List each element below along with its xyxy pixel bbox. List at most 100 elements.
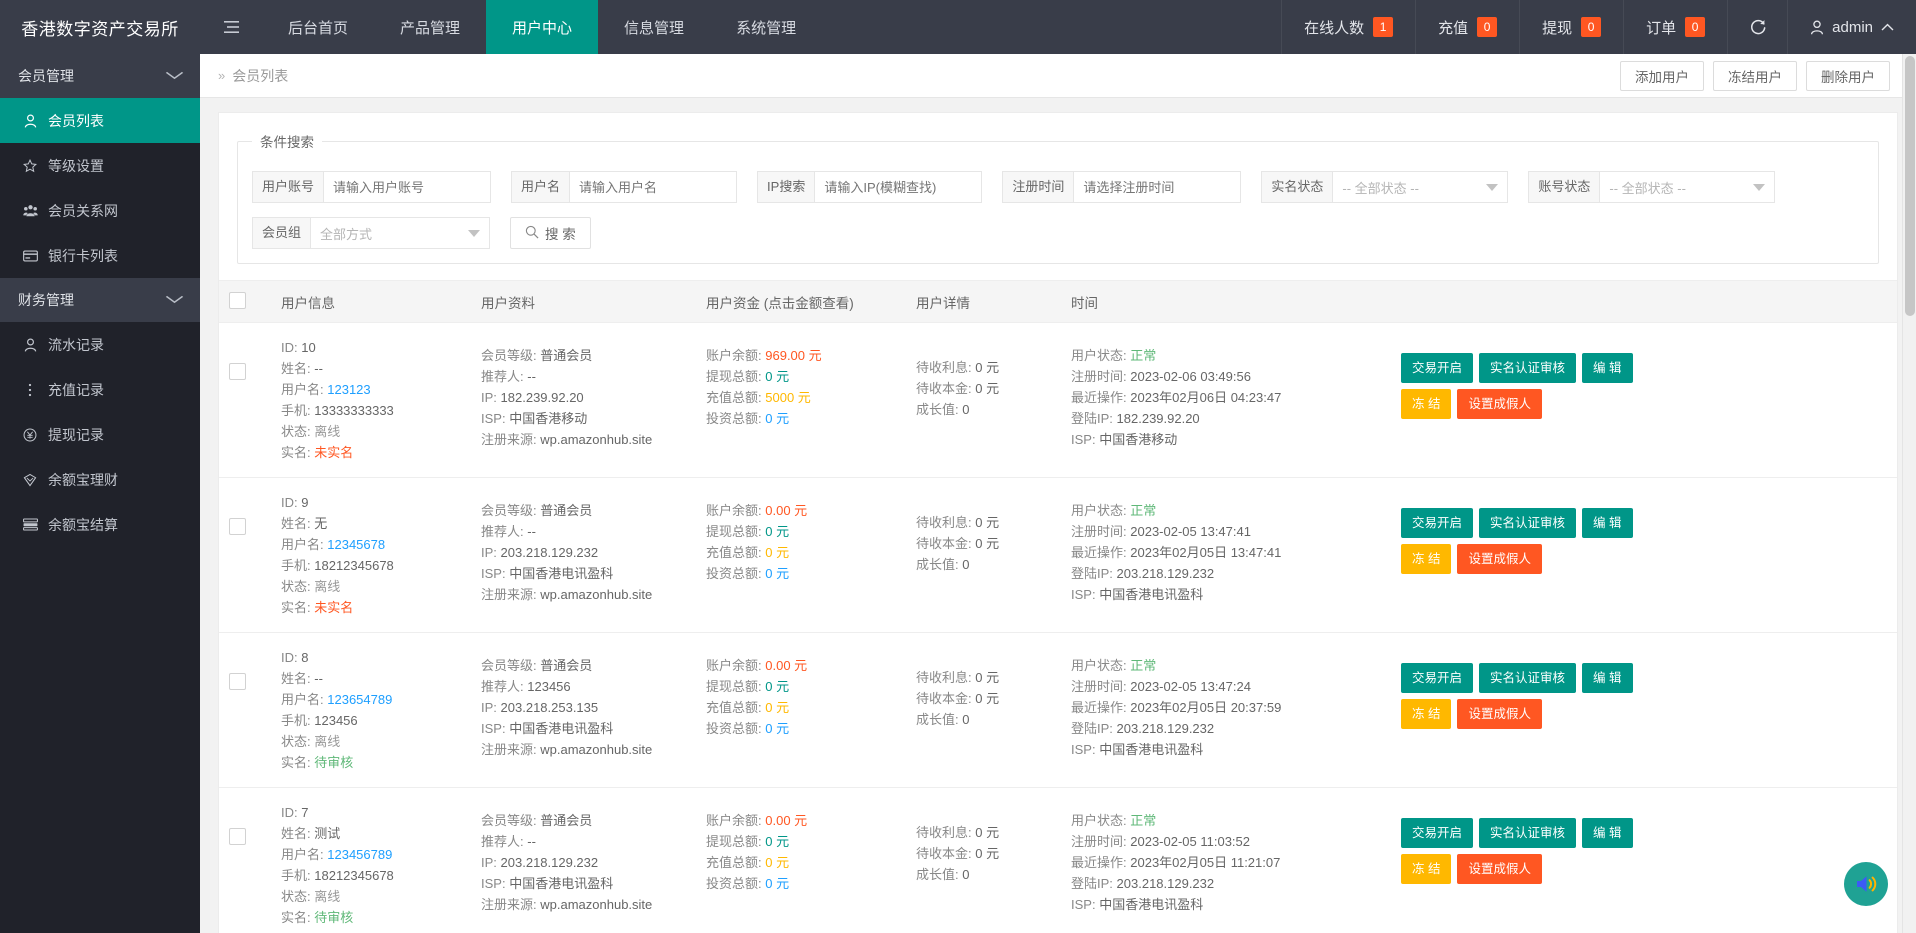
row-action-1[interactable]: 交易开启 [1401, 663, 1474, 693]
page-action-2[interactable]: 冻结用户 [1713, 60, 1797, 91]
row-action-4[interactable]: 冻 结 [1401, 544, 1452, 574]
nav-stat-4[interactable]: 订单 0 [1623, 0, 1727, 54]
row-action-2[interactable]: 实名认证审核 [1479, 508, 1577, 538]
row-checkbox[interactable] [229, 828, 246, 845]
field-value: 2023-02-05 13:47:24 [1130, 679, 1251, 694]
search-input-1[interactable] [323, 171, 492, 203]
sidebar-item-label: 会员列表 [48, 112, 104, 129]
field-label: 登陆IP: [1071, 876, 1113, 891]
field-value: 2023年02月06日 04:23:47 [1130, 390, 1282, 405]
page-action-1[interactable]: 添加用户 [1620, 60, 1704, 91]
field-line: 待收利息: 0 元 [916, 512, 1051, 533]
search-field-label: IP搜索 [757, 171, 815, 203]
search-member-group-select[interactable]: 全部方式 [310, 217, 491, 249]
field-value: 2023-02-05 11:03:52 [1130, 834, 1250, 849]
select-all-checkbox[interactable] [229, 291, 246, 309]
field-label: 投资总额: [706, 411, 762, 426]
field-value: 0 元 [765, 545, 790, 560]
row-action-2[interactable]: 实名认证审核 [1479, 818, 1577, 848]
field-line: 账户余额: 0.00 元 [706, 810, 896, 831]
row-action-5[interactable]: 设置成假人 [1457, 544, 1542, 574]
search-button[interactable]: 搜 索 [510, 217, 591, 249]
field-value: 待审核 [314, 910, 354, 925]
user-menu[interactable]: admin [1787, 0, 1916, 54]
row-checkbox[interactable] [229, 673, 246, 690]
field-value: wp.amazonhub.site [540, 432, 653, 447]
nav-stat-label: 订单 [1646, 19, 1677, 37]
row-action-3[interactable]: 编 辑 [1582, 663, 1633, 693]
row-action-5[interactable]: 设置成假人 [1457, 699, 1542, 729]
nav-item-3[interactable]: 用户中心 [486, 0, 599, 54]
search-input-4[interactable] [1073, 171, 1242, 203]
nav-item-4[interactable]: 信息管理 [598, 0, 710, 54]
field-line: 用户名: 12345678 [281, 534, 461, 555]
th-user-profile: 用户资料 [471, 280, 696, 323]
field-value: 未实名 [314, 445, 354, 460]
sidebar-item-余额宝结算[interactable]: 余额宝结算 [0, 502, 200, 547]
sound-toggle-button[interactable] [1844, 862, 1888, 906]
search-select-5[interactable]: -- 全部状态 -- [1332, 171, 1509, 203]
row-checkbox[interactable] [229, 518, 246, 535]
user-icon [22, 337, 38, 352]
page-action-3[interactable]: 删除用户 [1806, 60, 1890, 91]
sidebar-item-银行卡列表[interactable]: 银行卡列表 [0, 233, 200, 278]
search-input-2[interactable] [569, 171, 738, 203]
sidebar-item-余额宝理财[interactable]: 余额宝理财 [0, 457, 200, 502]
row-action-3[interactable]: 编 辑 [1582, 508, 1633, 538]
hamburger-menu-icon[interactable] [200, 0, 262, 54]
sidebar-item-会员关系网[interactable]: 会员关系网 [0, 188, 200, 233]
field-label: 姓名: [281, 516, 311, 531]
row-action-4[interactable]: 冻 结 [1401, 389, 1452, 419]
row-action-4[interactable]: 冻 结 [1401, 699, 1452, 729]
field-value: 2023年02月05日 11:21:07 [1130, 855, 1281, 870]
page-scrollbar-thumb[interactable] [1905, 56, 1915, 316]
field-label: 实名: [281, 600, 311, 615]
row-action-3[interactable]: 编 辑 [1582, 353, 1633, 383]
nav-stat-3[interactable]: 提现 0 [1519, 0, 1623, 54]
search-icon [525, 225, 539, 242]
page-scrollbar[interactable] [1902, 54, 1916, 933]
sidebar-group-2[interactable]: 财务管理 [0, 278, 200, 322]
search-input-3[interactable] [814, 171, 983, 203]
field-value: 18212345678 [314, 558, 394, 573]
sidebar-item-充值记录[interactable]: 充值记录 [0, 367, 200, 412]
row-checkbox[interactable] [229, 363, 246, 380]
field-line: 待收利息: 0 元 [916, 357, 1051, 378]
row-action-3[interactable]: 编 辑 [1582, 818, 1633, 848]
search-field-group-5: 实名状态 -- 全部状态 -- [1261, 171, 1509, 203]
field-label: ID: [281, 650, 298, 665]
row-action-2[interactable]: 实名认证审核 [1479, 663, 1577, 693]
cell-time: 用户状态: 正常 注册时间: 2023-02-06 03:49:56 最近操作: 2… [1061, 322, 1391, 478]
sidebar-item-label: 提现记录 [48, 426, 104, 443]
nav-stat-1[interactable]: 在线人数 1 [1281, 0, 1415, 54]
refresh-button[interactable] [1727, 0, 1787, 54]
field-value: 正常 [1130, 503, 1157, 518]
nav-item-2[interactable]: 产品管理 [374, 0, 486, 54]
sidebar-item-提现记录[interactable]: 提现记录 [0, 412, 200, 457]
field-line: 注册时间: 2023-02-05 11:03:52 [1071, 831, 1381, 852]
sidebar-item-label: 等级设置 [48, 157, 104, 174]
sidebar-item-流水记录[interactable]: 流水记录 [0, 322, 200, 367]
row-action-5[interactable]: 设置成假人 [1457, 854, 1542, 884]
field-line: 会员等级: 普通会员 [481, 655, 686, 676]
sidebar-item-等级设置[interactable]: 等级设置 [0, 143, 200, 188]
field-line: 注册时间: 2023-02-05 13:47:24 [1071, 676, 1381, 697]
nav-stat-2[interactable]: 充值 0 [1415, 0, 1519, 54]
sidebar-item-label: 余额宝理财 [48, 471, 118, 488]
sidebar-item-会员列表[interactable]: 会员列表 [0, 98, 200, 143]
row-select-cell [219, 787, 271, 933]
sidebar-group-1[interactable]: 会员管理 [0, 54, 200, 98]
nav-item-1[interactable]: 后台首页 [262, 0, 374, 54]
row-action-2[interactable]: 实名认证审核 [1479, 353, 1577, 383]
row-action-1[interactable]: 交易开启 [1401, 508, 1474, 538]
row-action-1[interactable]: 交易开启 [1401, 353, 1474, 383]
field-label: 最近操作: [1071, 855, 1127, 870]
row-action-1[interactable]: 交易开启 [1401, 818, 1474, 848]
row-action-5[interactable]: 设置成假人 [1457, 389, 1542, 419]
nav-stat-badge: 0 [1581, 17, 1602, 37]
search-select-6[interactable]: -- 全部状态 -- [1599, 171, 1776, 203]
nav-item-5[interactable]: 系统管理 [710, 0, 822, 54]
field-line: IP: 203.218.253.135 [481, 697, 686, 718]
row-action-4[interactable]: 冻 结 [1401, 854, 1452, 884]
field-label: 注册来源: [481, 432, 537, 447]
